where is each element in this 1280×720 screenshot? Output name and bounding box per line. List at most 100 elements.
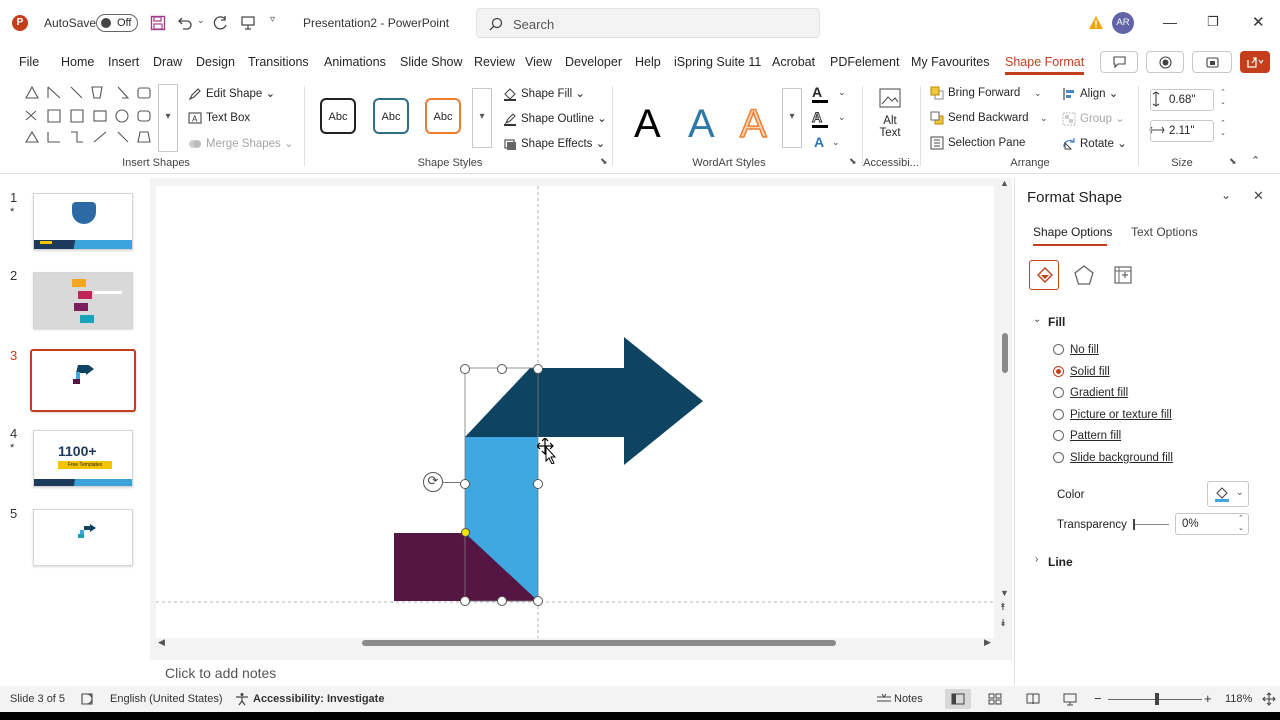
resize-handle-bottom-right[interactable] [533, 596, 543, 606]
user-avatar[interactable]: AR [1112, 12, 1134, 34]
size-launcher-icon[interactable]: ⬊ [1229, 156, 1237, 167]
zoom-in-icon[interactable]: + [1204, 691, 1212, 706]
transparency-spinner[interactable]: ⌃ ⌄ [1238, 514, 1244, 534]
resize-handle-bottom[interactable] [497, 596, 507, 606]
present-teams-button[interactable] [1192, 51, 1232, 73]
size-properties-icon[interactable] [1112, 264, 1134, 286]
scroll-down-icon[interactable]: ▼ [1000, 588, 1009, 598]
text-effects-dropdown-icon[interactable]: ⌄ [832, 137, 840, 148]
transparency-slider[interactable] [1133, 519, 1169, 530]
present-icon[interactable] [240, 15, 256, 31]
slide-canvas[interactable]: ⟳ [156, 186, 994, 638]
tab-design[interactable]: Design [196, 55, 235, 69]
tab-insert[interactable]: Insert [108, 55, 139, 69]
shape-width-field[interactable]: 2.11" [1150, 120, 1214, 142]
tab-ispring[interactable]: iSpring Suite 11 [674, 55, 761, 69]
normal-view-button[interactable] [945, 689, 971, 709]
tab-transitions[interactable]: Transitions [248, 55, 309, 69]
tab-help[interactable]: Help [635, 55, 661, 69]
rotation-handle-icon[interactable]: ⟳ [423, 472, 443, 492]
tab-slide-show[interactable]: Slide Show [400, 55, 463, 69]
wordart-scroll[interactable]: ▾ [782, 88, 802, 148]
selection-pane-button[interactable]: Selection Pane [930, 136, 1025, 150]
zoom-slider[interactable] [1108, 693, 1202, 705]
fill-option-solid-fill[interactable]: Solid fill [1053, 366, 1110, 378]
align-button[interactable]: Align ⌄ [1062, 86, 1118, 101]
fill-option-slide-background[interactable]: Slide background fill [1053, 452, 1173, 464]
scroll-up-icon[interactable]: ▲ [1000, 178, 1009, 188]
pane-options-icon[interactable]: ⌄ [1221, 188, 1231, 202]
previous-slide-icon[interactable]: ⯭ [1000, 602, 1006, 613]
text-fill-dropdown-icon[interactable]: ⌄ [838, 87, 846, 98]
horizontal-scroll-thumb[interactable] [362, 640, 836, 646]
tab-text-options[interactable]: Text Options [1131, 225, 1198, 239]
shape-height-spinner[interactable]: ⌃ ⌄ [1220, 88, 1226, 108]
save-icon[interactable] [150, 15, 166, 31]
notes-icon[interactable] [876, 693, 892, 705]
resize-handle-left[interactable] [460, 479, 470, 489]
slide-thumbnail-1[interactable] [33, 193, 133, 250]
record-button[interactable] [1146, 51, 1184, 73]
bring-forward-button[interactable]: Bring Forward [930, 86, 1020, 100]
edit-shape-button[interactable]: Edit Shape ⌄ [188, 86, 275, 101]
undo-dropdown-icon[interactable]: ⌄ [197, 15, 205, 26]
redo-icon[interactable] [213, 15, 229, 31]
share-button[interactable] [1240, 51, 1270, 73]
shapes-gallery[interactable] [18, 84, 178, 152]
reading-view-icon[interactable] [1026, 693, 1040, 705]
collapse-ribbon-icon[interactable]: ⌃ [1251, 154, 1260, 167]
warning-icon[interactable] [1088, 15, 1104, 31]
wordart-orange-outline[interactable]: A [739, 101, 767, 147]
shape-effects-button[interactable]: Shape Effects ⌄ [503, 136, 605, 151]
spelling-icon[interactable] [80, 692, 94, 706]
fill-option-gradient-fill[interactable]: Gradient fill [1053, 387, 1128, 399]
tab-file[interactable]: File [19, 55, 39, 69]
fill-option-picture-fill[interactable]: Picture or texture fill [1053, 409, 1172, 421]
notes-button[interactable]: Notes [894, 693, 923, 705]
transparency-slider-thumb[interactable] [1133, 519, 1135, 530]
tab-animations[interactable]: Animations [324, 55, 386, 69]
restore-icon[interactable]: ❐ [1207, 14, 1219, 30]
line-section-header[interactable]: Line [1048, 555, 1073, 569]
zoom-level[interactable]: 118% [1225, 693, 1252, 705]
tab-developer[interactable]: Developer [565, 55, 622, 69]
shape-style-orange[interactable]: Abc [425, 98, 461, 134]
slide-thumbnail-5[interactable] [33, 509, 133, 566]
send-backward-dropdown-icon[interactable]: ⌄ [1040, 113, 1048, 124]
fill-line-tab[interactable] [1029, 260, 1059, 290]
zoom-out-icon[interactable]: − [1094, 691, 1102, 706]
color-picker-button[interactable]: ⌄ [1207, 481, 1249, 507]
scroll-right-icon[interactable]: ▶ [984, 637, 991, 648]
vertical-scroll-thumb[interactable] [1002, 333, 1008, 373]
slide-thumbnail-4[interactable]: 1100+ Free Templates [33, 430, 133, 487]
text-fill-button[interactable]: A [812, 84, 828, 103]
resize-handle-top-right[interactable] [533, 364, 543, 374]
line-expand-icon[interactable]: › [1035, 554, 1038, 565]
tab-shape-format[interactable]: Shape Format [1005, 55, 1085, 75]
shape-outline-button[interactable]: Shape Outline ⌄ [503, 111, 607, 126]
minimize-icon[interactable]: — [1163, 14, 1177, 30]
wordart-launcher-icon[interactable]: ⬊ [849, 156, 857, 167]
wordart-blue[interactable]: A [688, 102, 715, 147]
text-outline-dropdown-icon[interactable]: ⌄ [838, 112, 846, 123]
shape-width-spinner[interactable]: ⌃ ⌄ [1220, 119, 1226, 139]
shapes-gallery-scroll[interactable]: ▾ [158, 84, 178, 152]
radio-slide-background[interactable] [1053, 452, 1064, 463]
resize-handle-bottom-left[interactable] [460, 596, 470, 606]
close-pane-icon[interactable]: ✕ [1253, 188, 1264, 204]
tab-view[interactable]: View [525, 55, 552, 69]
radio-picture-fill[interactable] [1053, 409, 1064, 420]
text-outline-button[interactable]: A [812, 109, 828, 128]
search-box[interactable]: Search [476, 8, 820, 38]
shape-style-blue[interactable]: Abc [373, 98, 409, 134]
accessibility-icon[interactable] [235, 692, 249, 706]
wordart-gallery[interactable]: A A A [622, 88, 782, 150]
slide-sorter-icon[interactable] [988, 693, 1002, 705]
fill-option-no-fill[interactable]: No fill [1053, 344, 1099, 356]
shape-style-black[interactable]: Abc [320, 98, 356, 134]
effects-pentagon-icon[interactable] [1073, 264, 1095, 286]
wordart-black[interactable]: A [634, 102, 661, 147]
radio-gradient-fill[interactable] [1053, 387, 1064, 398]
text-effects-button[interactable]: A [814, 134, 824, 150]
slide-thumbnail-3[interactable] [30, 349, 136, 412]
